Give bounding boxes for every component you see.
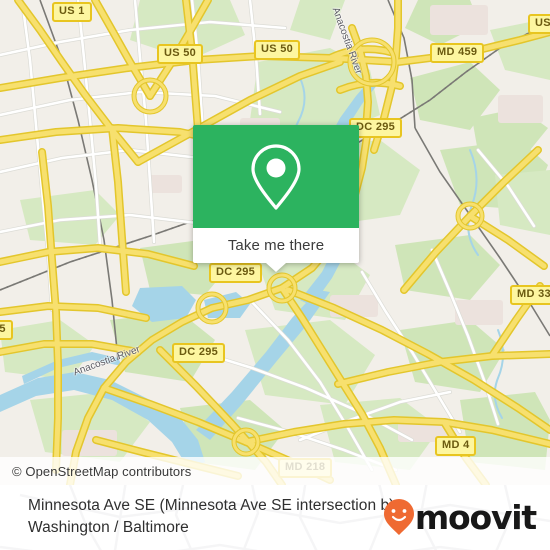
stop-title-line1: Minnesota Ave SE (Minnesota Ave SE inter…: [28, 497, 399, 514]
shield-us-1[interactable]: US 1: [52, 2, 92, 22]
moovit-map-page: .ga { fill:#d6e9c2; } .gb { fill:#cfe5b8…: [0, 0, 550, 550]
shield-dc-295-south[interactable]: DC 295: [172, 343, 226, 363]
popup-header: [193, 125, 359, 228]
shield-md-459[interactable]: MD 459: [430, 43, 485, 63]
page-footer: Minnesota Ave SE (Minnesota Ave SE inter…: [0, 485, 550, 550]
shield-md-4[interactable]: MD 4: [435, 436, 477, 456]
take-me-there-label: Take me there: [227, 237, 325, 254]
shield-us-50-west[interactable]: US 50: [157, 44, 204, 64]
moovit-brand[interactable]: moovit: [383, 497, 537, 537]
attribution-text: © OpenStreetMap contributors: [12, 463, 192, 479]
moovit-pin-smile-icon: [383, 499, 414, 535]
popup-pointer-tail: [266, 263, 286, 272]
shield-95-left-edge[interactable]: 95: [0, 320, 13, 340]
shield-dc-295-center[interactable]: DC 295: [209, 263, 263, 283]
popup-action-bar[interactable]: Take me there: [193, 228, 359, 272]
map-pin-icon: [251, 143, 301, 210]
stop-title-line2: Washington / Baltimore: [28, 519, 189, 536]
moovit-wordmark: moovit: [414, 497, 537, 537]
shield-us-50-east[interactable]: US 50: [254, 40, 301, 60]
location-popup-card[interactable]: Take me there: [193, 125, 359, 272]
shield-md-333[interactable]: MD 333: [510, 285, 550, 305]
map-attribution: © OpenStreetMap contributors: [0, 457, 550, 485]
stop-title: Minnesota Ave SE (Minnesota Ave SE inter…: [28, 495, 408, 539]
shield-us-right-edge[interactable]: US: [528, 14, 550, 34]
